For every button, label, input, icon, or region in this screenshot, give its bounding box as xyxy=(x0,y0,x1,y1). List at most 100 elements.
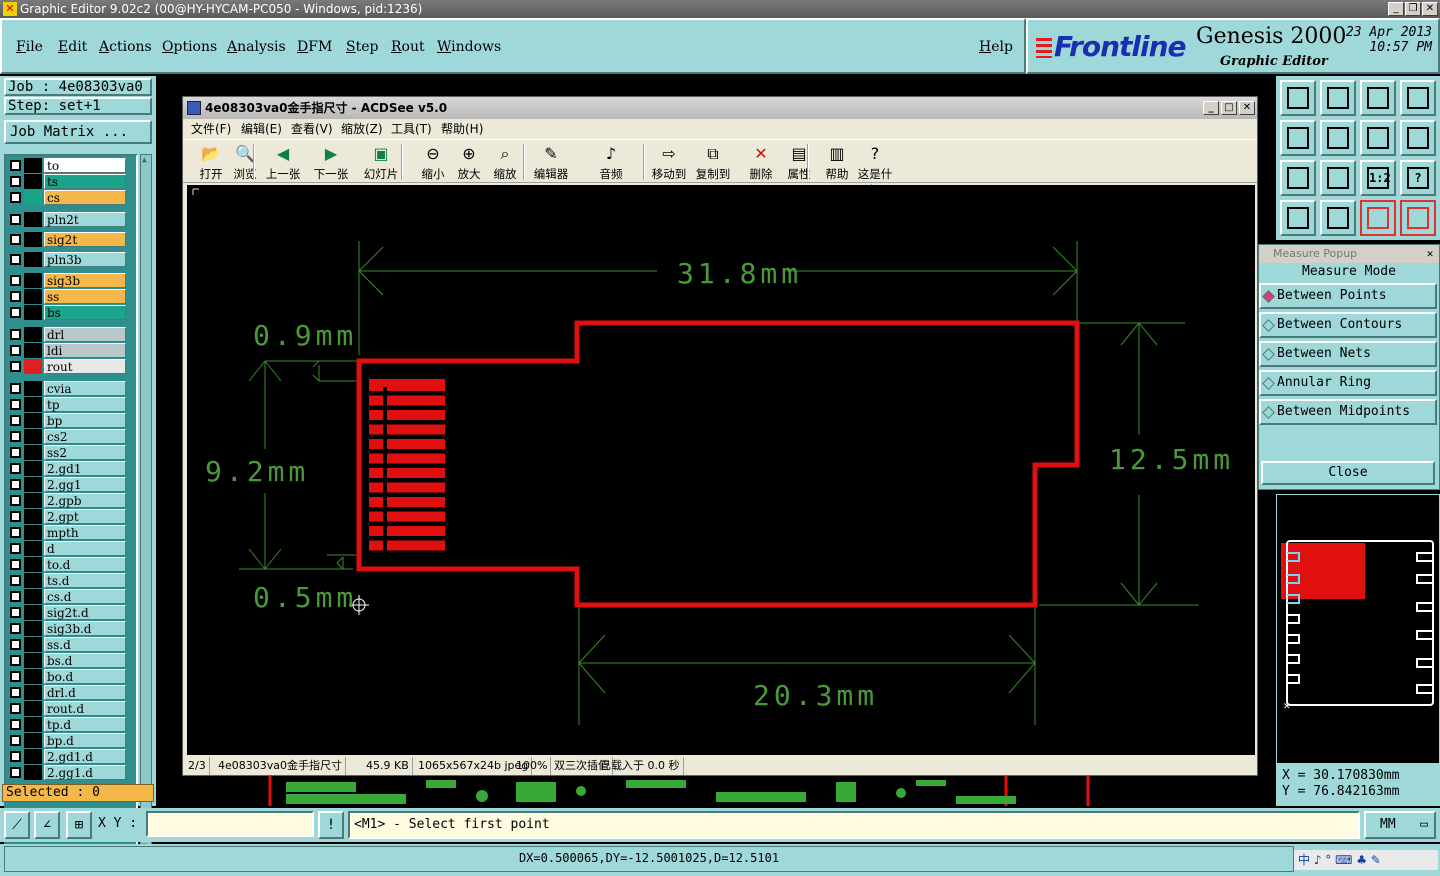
layer-color-swatch[interactable] xyxy=(24,589,42,604)
layer-checkbox[interactable] xyxy=(10,495,21,506)
layer-red-button[interactable] xyxy=(1360,200,1396,236)
layer-checkbox[interactable] xyxy=(10,751,21,762)
layer-name[interactable]: rout.d xyxy=(44,701,126,716)
layer-color-swatch[interactable] xyxy=(24,445,42,460)
layer-checkbox[interactable] xyxy=(10,719,21,730)
layer-checkbox[interactable] xyxy=(10,735,21,746)
split-view-button[interactable] xyxy=(1400,80,1436,116)
menu-step[interactable]: Step xyxy=(346,39,378,55)
acdsee-maximize-button[interactable]: □ xyxy=(1221,101,1237,115)
measure-option[interactable]: Between Contours xyxy=(1259,312,1437,338)
layer-color-swatch[interactable] xyxy=(24,429,42,444)
layer-name[interactable]: bs.d xyxy=(44,653,126,668)
move-right-button[interactable] xyxy=(1320,120,1356,156)
layer-name[interactable]: 2.gg1 xyxy=(44,477,126,492)
layer-name[interactable]: ts xyxy=(44,174,126,189)
layer-name[interactable]: ss.d xyxy=(44,637,126,652)
layer-checkbox[interactable] xyxy=(10,415,21,426)
layer-color-swatch[interactable] xyxy=(24,252,42,267)
layer-color-swatch[interactable] xyxy=(24,685,42,700)
layer-checkbox[interactable] xyxy=(10,447,21,458)
layer-checkbox[interactable] xyxy=(10,639,21,650)
layer-name[interactable]: tp.d xyxy=(44,717,126,732)
menu-dfm[interactable]: DFM xyxy=(297,39,332,55)
layer-name[interactable]: cs.d xyxy=(44,589,126,604)
layer-row[interactable]: bo.d xyxy=(8,669,126,684)
layer-color-swatch[interactable] xyxy=(24,381,42,396)
layer-name[interactable]: sig2t.d xyxy=(44,605,126,620)
layer-name[interactable]: cvia xyxy=(44,381,126,396)
acdsee-tool-whats-this[interactable]: ?这是什么? xyxy=(851,142,899,197)
layer-name[interactable]: pln3b xyxy=(44,252,126,267)
acdsee-close-button[interactable]: ✕ xyxy=(1239,101,1255,115)
layer-color-swatch[interactable] xyxy=(24,158,42,173)
layer-row[interactable]: ts xyxy=(8,174,126,189)
layer-color-swatch[interactable] xyxy=(24,557,42,572)
snap-button[interactable] xyxy=(1400,120,1436,156)
layer-checkbox[interactable] xyxy=(10,329,21,340)
layer-row[interactable]: 2.gpt xyxy=(8,509,126,524)
layer-scrollbar[interactable]: ▲ ▼ xyxy=(140,154,152,852)
layer-row[interactable]: pln2t xyxy=(8,212,126,227)
layer-checkbox[interactable] xyxy=(10,655,21,666)
layer-name[interactable]: sig3b xyxy=(44,273,126,288)
layer-checkbox[interactable] xyxy=(10,160,21,171)
layer-color-swatch[interactable] xyxy=(24,701,42,716)
home-button[interactable] xyxy=(1360,80,1396,116)
ime-toolbar[interactable]: 中 ♪ ° ⌨ ♣ ✎ xyxy=(1294,850,1438,870)
acdsee-tool-audio[interactable]: ♪ 音频 xyxy=(587,142,635,182)
acdsee-menu-zoom[interactable]: 缩放(Z) xyxy=(341,119,383,139)
layer-name[interactable]: cs2 xyxy=(44,429,126,444)
export-button[interactable] xyxy=(1280,80,1316,116)
measure-close-button[interactable]: Close xyxy=(1261,461,1435,485)
layer-checkbox[interactable] xyxy=(10,399,21,410)
layer-color-swatch[interactable] xyxy=(24,653,42,668)
acdsee-tool-next-image[interactable]: ▶ 下一张 xyxy=(307,142,355,182)
layer-row[interactable]: 2.gd1 xyxy=(8,461,126,476)
image-canvas[interactable]: 31.8mm 0.9mm 9.2mm 0.5mm 12.5mm 20.3mm xyxy=(187,185,1255,755)
menu-help[interactable]: Help xyxy=(979,39,1013,55)
layer-row[interactable]: d xyxy=(8,541,126,556)
layer-color-swatch[interactable] xyxy=(24,327,42,342)
layer-checkbox[interactable] xyxy=(10,361,21,372)
layer-color-swatch[interactable] xyxy=(24,359,42,374)
layer-name[interactable]: sig3b.d xyxy=(44,621,126,636)
help-button[interactable]: ? xyxy=(1400,160,1436,196)
layer-row[interactable]: tp xyxy=(8,397,126,412)
layer-row[interactable]: bs.d xyxy=(8,653,126,668)
layer-name[interactable]: drl xyxy=(44,327,126,342)
layer-row[interactable]: 2.gd1.d xyxy=(8,749,126,764)
layer-color-swatch[interactable] xyxy=(24,174,42,189)
layer-checkbox[interactable] xyxy=(10,543,21,554)
layer-color-swatch[interactable] xyxy=(24,749,42,764)
layer-name[interactable]: cs xyxy=(44,190,126,205)
layer-checkbox[interactable] xyxy=(10,767,21,778)
layer-row[interactable]: rout.d xyxy=(8,701,126,716)
layer-color-swatch[interactable] xyxy=(24,765,42,780)
layer-color-swatch[interactable] xyxy=(24,605,42,620)
acdsee-menu-help[interactable]: 帮助(H) xyxy=(441,119,483,139)
layer-row[interactable]: sig2t xyxy=(8,232,126,247)
layer-checkbox[interactable] xyxy=(10,234,21,245)
layer-color-swatch[interactable] xyxy=(24,190,42,205)
layer-checkbox[interactable] xyxy=(10,254,21,265)
layer-red2-button[interactable] xyxy=(1400,200,1436,236)
layer-name[interactable]: sig2t xyxy=(44,232,126,247)
layer-row[interactable]: ts.d xyxy=(8,573,126,588)
layer-name[interactable]: ss xyxy=(44,289,126,304)
layer-name[interactable]: rout xyxy=(44,359,126,374)
menu-windows[interactable]: Windows xyxy=(437,39,501,55)
import-button[interactable] xyxy=(1320,80,1356,116)
acdsee-tool-editor[interactable]: ✎ 编辑器 xyxy=(527,142,575,182)
acdsee-menu-view[interactable]: 查看(V) xyxy=(291,119,333,139)
layer-row[interactable]: pln3b xyxy=(8,252,126,267)
measure-option[interactable]: Between Nets xyxy=(1259,341,1437,367)
acdsee-tool-copy-to[interactable]: ⧉ 复制到 xyxy=(689,142,737,182)
menu-actions[interactable]: Actions xyxy=(99,39,152,55)
layer-row[interactable]: bs xyxy=(8,305,126,320)
layer-name[interactable]: 2.gd1 xyxy=(44,461,126,476)
layer-name[interactable]: mpth xyxy=(44,525,126,540)
layer-color-swatch[interactable] xyxy=(24,525,42,540)
layer-checkbox[interactable] xyxy=(10,527,21,538)
measure-option[interactable]: Between Midpoints xyxy=(1259,399,1437,425)
